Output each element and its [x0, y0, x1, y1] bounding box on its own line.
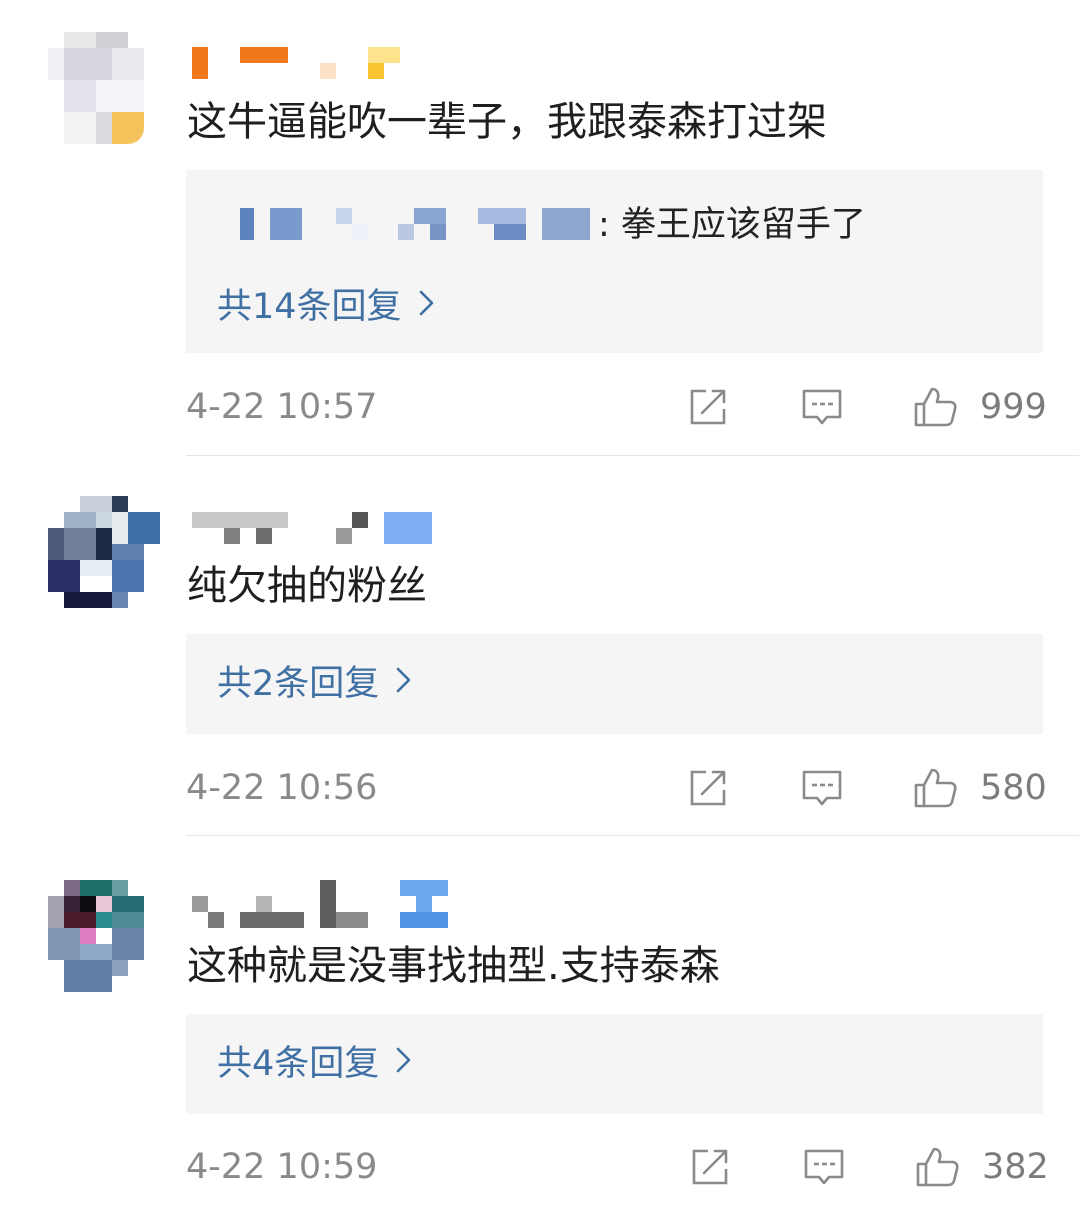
comment-footer: 4-22 10:57 999 [0, 382, 1079, 432]
view-replies-link[interactable]: 共2条回复 [217, 659, 413, 709]
reply-box[interactable]: : 拳王应该留手了 共14条回复 [186, 170, 1043, 353]
reply-box[interactable]: 共2条回复 [186, 634, 1043, 734]
avatar[interactable] [48, 496, 160, 608]
reply-preview-content: 拳王应该留手了 [620, 205, 866, 245]
share-button[interactable] [686, 763, 730, 813]
share-button[interactable] [686, 382, 730, 432]
chevron-right-icon [418, 282, 436, 332]
view-replies-link[interactable]: 共14条回复 [217, 282, 436, 332]
chevron-right-icon [395, 659, 413, 709]
reply-username-redacted [238, 208, 598, 242]
avatar[interactable] [48, 32, 160, 144]
timestamp: 4-22 10:56 [186, 768, 378, 808]
share-button[interactable] [688, 1142, 732, 1192]
comment-item: 纯欠抽的粉丝 共2条回复 4-22 10:56 580 [0, 456, 1079, 836]
like-button[interactable]: 382 [914, 1142, 1049, 1192]
like-count: 580 [980, 768, 1047, 808]
reply-preview-text: : 拳王应该留手了 [598, 200, 866, 250]
username-redacted[interactable] [192, 512, 432, 546]
reply-colon: : [598, 205, 621, 245]
comment-text: 这种就是没事找抽型.支持泰森 [187, 943, 720, 989]
username-redacted[interactable] [192, 47, 412, 81]
view-replies-link[interactable]: 共4条回复 [217, 1039, 413, 1089]
like-button[interactable]: 999 [912, 382, 1047, 432]
reply-count-label: 共4条回复 [217, 1044, 380, 1084]
comment-footer: 4-22 10:56 580 [0, 763, 1079, 813]
like-count: 999 [980, 387, 1047, 427]
chevron-right-icon [395, 1039, 413, 1089]
reply-count-label: 共2条回复 [217, 664, 380, 704]
comment-button[interactable] [800, 763, 844, 813]
reply-box[interactable]: 共4条回复 [186, 1014, 1043, 1114]
comment-button[interactable] [802, 1142, 846, 1192]
comment-item: 这种就是没事找抽型.支持泰森 共4条回复 4-22 10:59 382 [0, 836, 1079, 1214]
like-count: 382 [982, 1147, 1049, 1187]
avatar[interactable] [48, 880, 160, 992]
comment-item: 这牛逼能吹一辈子，我跟泰森打过架 : 拳王应该留手了 共14条回复 4-22 1… [0, 0, 1079, 456]
comment-text: 这牛逼能吹一辈子，我跟泰森打过架 [187, 99, 827, 145]
like-button[interactable]: 580 [912, 763, 1047, 813]
comment-button[interactable] [800, 382, 844, 432]
comment-footer: 4-22 10:59 382 [0, 1142, 1079, 1192]
verified-badge-icon [112, 112, 144, 144]
comment-text: 纯欠抽的粉丝 [187, 563, 427, 609]
timestamp: 4-22 10:57 [186, 387, 378, 427]
username-redacted[interactable] [192, 880, 452, 928]
reply-count-label: 共14条回复 [217, 287, 402, 327]
timestamp: 4-22 10:59 [186, 1147, 378, 1187]
